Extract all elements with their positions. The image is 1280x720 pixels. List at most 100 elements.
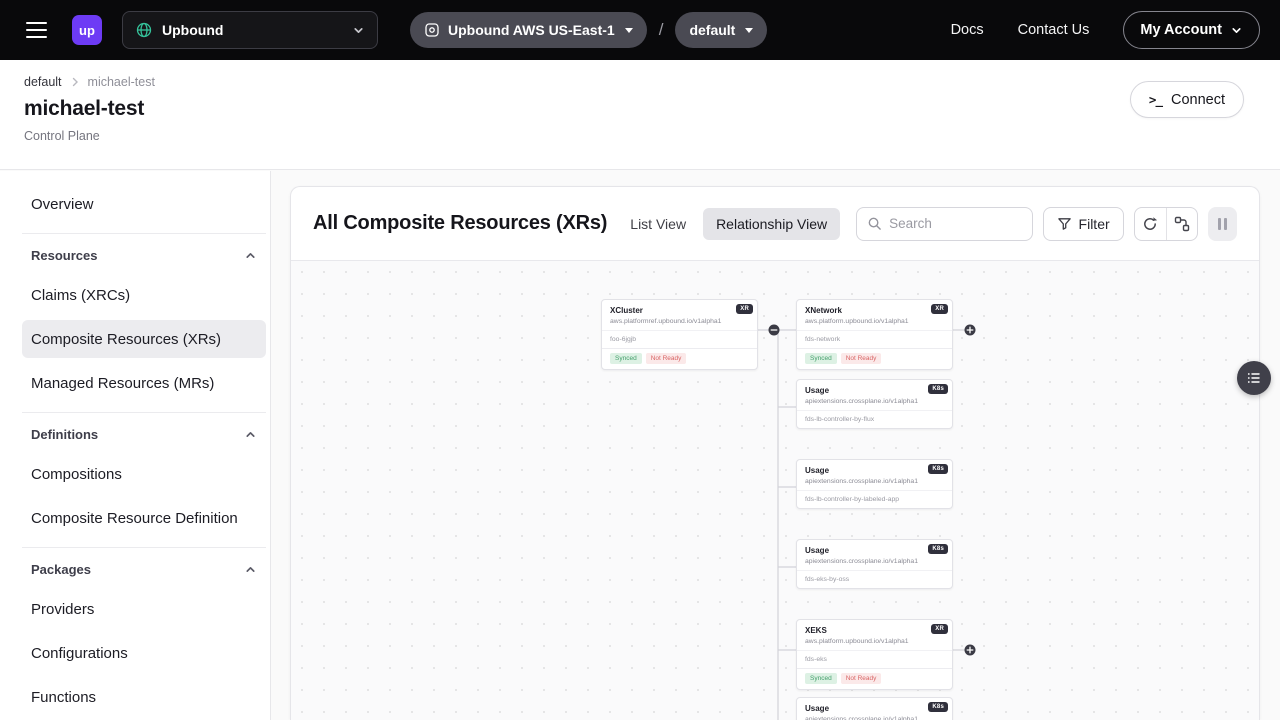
node-status-row: SyncedNot Ready [797,668,952,689]
workflow-icon [1174,216,1190,232]
upbound-logo: up [72,15,102,45]
sidebar-item-composite-resources[interactable]: Composite Resources (XRs) [22,320,266,358]
menu-button[interactable] [20,14,52,46]
sidebar-item-managed-resources[interactable]: Managed Resources (MRs) [22,364,266,402]
relationship-graph-canvas[interactable]: XR XCluster aws.platformref.upbound.io/v… [291,260,1259,720]
graph-node[interactable]: XR XNetwork aws.platform.upbound.io/v1al… [796,299,953,370]
node-kind-badge: K8s [928,544,948,554]
sidebar-section-definitions-header[interactable]: Definitions [22,425,266,443]
node-title: XCluster [610,306,749,316]
connect-label: Connect [1171,92,1225,108]
page-title: michael-test [24,97,1256,121]
node-api: apiextensions.crossplane.io/v1alpha1 [805,716,944,720]
node-title: XEKS [805,626,944,636]
breadcrumb-separator-icon [70,77,80,87]
graph-node[interactable]: XR XEKS aws.platform.upbound.io/v1alpha1… [796,619,953,690]
nav-link-contact-us[interactable]: Contact Us [1018,22,1090,38]
view-tabs: List View Relationship View [617,208,840,240]
chevron-up-icon [244,428,257,441]
graph-node[interactable]: K8s Usage apiextensions.crossplane.io/v1… [796,379,953,429]
caret-down-icon [625,28,633,33]
filter-icon [1057,216,1072,231]
group-selector-label: default [689,22,735,38]
refresh-button[interactable] [1135,208,1166,240]
tab-list-view[interactable]: List View [617,208,699,240]
sidebar-section-resources-header[interactable]: Resources [22,246,266,264]
connect-button[interactable]: >_ Connect [1130,81,1244,118]
org-selector-label: Upbound [162,22,223,38]
sidebar-section-packages-header[interactable]: Packages [22,560,266,578]
control-plane-selector[interactable]: Upbound AWS US-East-1 [410,12,647,48]
nav-link-docs[interactable]: Docs [951,22,984,38]
legend-icon [1246,370,1262,386]
breadcrumb-item-default[interactable]: default [24,75,62,89]
node-api: aws.platformref.upbound.io/v1alpha1 [610,318,749,325]
node-name: fds-lb-controller-by-flux [797,410,952,428]
node-api: aws.platform.upbound.io/v1alpha1 [805,638,944,645]
sidebar-section-resources: Resources Claims (XRCs) Composite Resour… [22,233,266,402]
graph-node[interactable]: K8s Usage apiextensions.crossplane.io/v1… [796,539,953,589]
graph-node[interactable]: XR XCluster aws.platformref.upbound.io/v… [601,299,758,370]
breadcrumb: default michael-test [24,75,1256,89]
chevron-up-icon [244,563,257,576]
sidebar-item-functions[interactable]: Functions [22,678,266,716]
org-selector-dropdown[interactable]: Upbound [122,11,378,49]
page-subtitle: Control Plane [24,129,1256,143]
section-title: Resources [31,248,97,263]
auto-layout-button[interactable] [1166,208,1197,240]
sidebar-item-providers[interactable]: Providers [22,590,266,628]
graph-node[interactable]: K8s Usage apiextensions.crossplane.io/v1… [796,697,953,720]
graph-node-layer: XR XCluster aws.platformref.upbound.io/v… [291,261,1259,720]
section-title: Definitions [31,427,98,442]
node-kind-badge: K8s [928,384,948,394]
sidebar: Overview Resources Claims (XRCs) Composi… [0,171,271,720]
breadcrumb-item-current: michael-test [88,75,155,89]
search-input[interactable] [889,216,1021,231]
node-kind-badge: XR [736,304,753,314]
node-status-row: Synced Not Ready [797,348,952,369]
status-badge: Synced [805,353,837,364]
chevron-down-icon [1230,24,1243,37]
node-api: apiextensions.crossplane.io/v1alpha1 [805,558,944,565]
sidebar-item-composite-resource-definition[interactable]: Composite Resource Definition [22,499,266,537]
sidebar-item-overview[interactable]: Overview [22,185,266,223]
graph-node[interactable]: K8s Usage apiextensions.crossplane.io/v1… [796,459,953,509]
page-header: default michael-test michael-test Contro… [0,60,1280,170]
node-title: Usage [805,546,944,556]
node-title: Usage [805,704,944,714]
refresh-icon [1142,216,1158,232]
my-account-button[interactable]: My Account [1123,11,1260,49]
panel-title: All Composite Resources (XRs) [313,212,607,235]
legend-toggle-button[interactable] [1237,361,1271,395]
group-selector[interactable]: default [675,12,767,48]
chevron-up-icon [244,249,257,262]
status-badge: Not Ready [841,353,882,364]
graph-controls [1134,207,1198,241]
node-kind-badge: K8s [928,702,948,712]
tab-relationship-view[interactable]: Relationship View [703,208,840,240]
node-name: fds-eks [797,650,952,668]
chevron-down-icon [352,24,365,37]
topbar: up Upbound Upbound AWS US-East-1 / defau… [0,0,1280,60]
status-badge: Synced [610,353,642,364]
sidebar-item-claims[interactable]: Claims (XRCs) [22,276,266,314]
pause-button[interactable] [1208,207,1237,241]
node-name: fds-network [797,330,952,348]
section-title: Packages [31,562,91,577]
filter-label: Filter [1079,216,1110,232]
sidebar-section-packages: Packages Providers Configurations Functi… [22,547,266,716]
node-api: apiextensions.crossplane.io/v1alpha1 [805,478,944,485]
search-box [856,207,1032,241]
node-kind-badge: XR [931,624,948,634]
control-plane-icon [424,22,440,38]
my-account-label: My Account [1140,22,1222,38]
filter-button[interactable]: Filter [1043,207,1124,241]
main-panel: All Composite Resources (XRs) List View … [290,186,1260,720]
control-plane-label: Upbound AWS US-East-1 [448,22,615,38]
sidebar-item-configurations[interactable]: Configurations [22,634,266,672]
search-icon [867,216,882,231]
sidebar-item-compositions[interactable]: Compositions [22,455,266,493]
node-name: fds-lb-controller-by-labeled-app [797,490,952,508]
node-name: fds-eks-by-oss [797,570,952,588]
status-badge: Not Ready [841,673,882,684]
